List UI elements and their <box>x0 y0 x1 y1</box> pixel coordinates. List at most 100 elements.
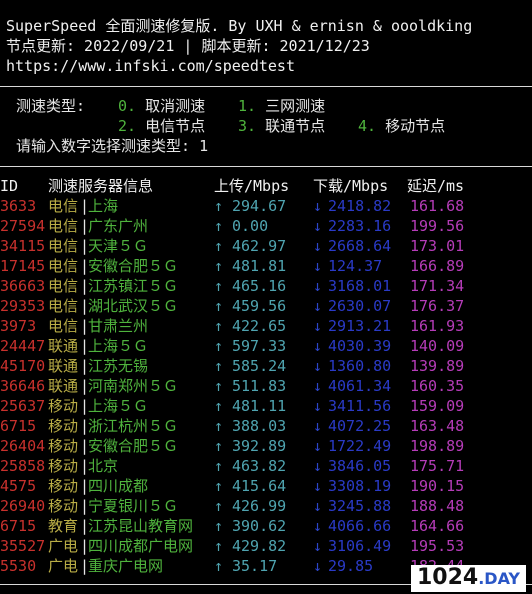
row-isp: 电信 <box>48 217 79 235</box>
upload-arrow-icon: ↑ <box>214 537 224 555</box>
row-upload: 463.82 <box>232 457 287 475</box>
upload-arrow-icon: ↑ <box>214 377 224 395</box>
download-arrow-icon: ↓ <box>313 237 323 255</box>
download-arrow-icon: ↓ <box>313 517 323 535</box>
row-id: 26404 <box>0 437 46 455</box>
row-isp: 电信 <box>48 297 79 315</box>
menu-option-telecom[interactable]: 2. 电信节点 <box>118 116 205 136</box>
row-location: 江苏昆山教育网 <box>88 517 194 535</box>
row-id: 27594 <box>0 217 46 235</box>
row-upload: 462.97 <box>232 237 287 255</box>
row-upload: 390.62 <box>232 517 287 535</box>
upload-arrow-icon: ↑ <box>214 437 224 455</box>
row-latency: 173.01 <box>410 237 465 255</box>
row-download: 4066.66 <box>328 517 392 535</box>
terminal-window: SuperSpeed 全面测速修复版. By UXH & ernisn & oo… <box>0 0 532 594</box>
header-server: 测速服务器信息 <box>48 177 154 195</box>
row-download: 3168.01 <box>328 277 392 295</box>
row-latency: 163.48 <box>410 417 465 435</box>
row-isp: 电信 <box>48 257 79 275</box>
row-upload: 392.89 <box>232 437 287 455</box>
row-id: 6715 <box>0 417 37 435</box>
row-upload: 294.67 <box>232 197 287 215</box>
upload-arrow-icon: ↑ <box>214 357 224 375</box>
row-upload: 35.17 <box>232 557 278 575</box>
row-latency: 140.09 <box>410 337 465 355</box>
upload-arrow-icon: ↑ <box>214 557 224 575</box>
row-id: 25637 <box>0 397 46 415</box>
row-isp: 联通 <box>48 377 79 395</box>
row-isp: 移动 <box>48 417 79 435</box>
row-download: 3411.56 <box>328 397 392 415</box>
row-download: 29.85 <box>328 557 374 575</box>
row-id: 3973 <box>0 317 37 335</box>
row-isp: 电信 <box>48 197 79 215</box>
row-id: 24447 <box>0 337 46 355</box>
row-latency: 175.71 <box>410 457 465 475</box>
download-arrow-icon: ↓ <box>313 337 323 355</box>
row-upload: 388.03 <box>232 417 287 435</box>
input-prompt[interactable]: 请输入数字选择测速类型: 1 <box>16 136 208 156</box>
menu-option-three-network[interactable]: 1. 三网测速 <box>238 96 325 116</box>
row-isp: 联通 <box>48 337 79 355</box>
upload-arrow-icon: ↑ <box>214 337 224 355</box>
upload-arrow-icon: ↑ <box>214 277 224 295</box>
row-id: 6715 <box>0 517 37 535</box>
row-location: 天津５Ｇ <box>88 237 149 255</box>
download-arrow-icon: ↓ <box>313 497 323 515</box>
row-download: 3308.19 <box>328 477 392 495</box>
row-isp: 电信 <box>48 317 79 335</box>
row-download: 4061.34 <box>328 377 392 395</box>
row-location: 甘肃兰州 <box>88 317 149 335</box>
row-id: 36663 <box>0 277 46 295</box>
row-isp: 移动 <box>48 457 79 475</box>
row-download: 4072.25 <box>328 417 392 435</box>
row-download: 2913.21 <box>328 317 392 335</box>
header-upload: 上传/Mbps <box>214 177 290 195</box>
row-isp: 电信 <box>48 277 79 295</box>
row-location: 上海５Ｇ <box>88 397 149 415</box>
download-arrow-icon: ↓ <box>313 297 323 315</box>
row-upload: 459.56 <box>232 297 287 315</box>
divider-top <box>0 86 532 87</box>
upload-arrow-icon: ↑ <box>214 197 224 215</box>
menu-option-cancel[interactable]: 0. 取消测速 <box>118 96 205 116</box>
row-id: 25858 <box>0 457 46 475</box>
update-info: 节点更新: 2022/09/21 | 脚本更新: 2021/12/23 <box>6 37 370 55</box>
upload-arrow-icon: ↑ <box>214 297 224 315</box>
download-arrow-icon: ↓ <box>313 397 323 415</box>
row-download: 2283.16 <box>328 217 392 235</box>
row-latency: 195.53 <box>410 537 465 555</box>
row-location: 上海５Ｇ <box>88 337 149 355</box>
row-isp: 教育 <box>48 517 79 535</box>
row-download: 3846.05 <box>328 457 392 475</box>
upload-arrow-icon: ↑ <box>214 477 224 495</box>
row-location: 四川成都广电网 <box>88 537 194 555</box>
row-latency: 139.89 <box>410 357 465 375</box>
download-arrow-icon: ↓ <box>313 457 323 475</box>
upload-arrow-icon: ↑ <box>214 397 224 415</box>
row-download: 3106.49 <box>328 537 392 555</box>
row-upload: 426.99 <box>232 497 287 515</box>
row-latency: 190.15 <box>410 477 465 495</box>
row-upload: 481.11 <box>232 397 287 415</box>
row-id: 29353 <box>0 297 46 315</box>
row-upload: 481.81 <box>232 257 287 275</box>
row-id: 5530 <box>0 557 37 575</box>
row-download: 2418.82 <box>328 197 392 215</box>
header-latency: 延迟/ms <box>407 177 465 195</box>
menu-option-mobile[interactable]: 4. 移动节点 <box>358 116 445 136</box>
row-isp: 广电 <box>48 557 79 575</box>
menu-option-unicom[interactable]: 3. 联通节点 <box>238 116 325 136</box>
download-arrow-icon: ↓ <box>313 557 323 575</box>
row-latency: 166.89 <box>410 257 465 275</box>
row-latency: 198.89 <box>410 437 465 455</box>
row-isp: 广电 <box>48 537 79 555</box>
row-location: 宁夏银川５Ｇ <box>88 497 179 515</box>
row-id: 3633 <box>0 197 37 215</box>
row-download: 1360.80 <box>328 357 392 375</box>
row-id: 34115 <box>0 237 46 255</box>
download-arrow-icon: ↓ <box>313 217 323 235</box>
row-latency: 171.34 <box>410 277 465 295</box>
upload-arrow-icon: ↑ <box>214 417 224 435</box>
